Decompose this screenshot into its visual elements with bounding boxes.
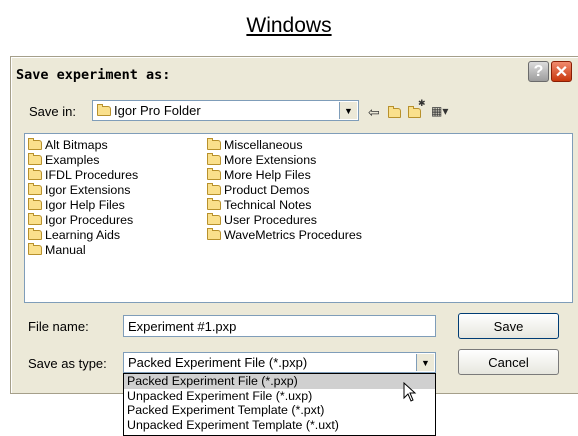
help-button[interactable]: ? [528, 61, 549, 82]
folder-item[interactable]: Learning Aids [28, 228, 120, 243]
chevron-down-icon[interactable]: ▼ [339, 102, 357, 119]
folder-item-label: Miscellaneous [224, 138, 303, 152]
folder-icon [28, 168, 42, 180]
folder-item[interactable]: More Help Files [207, 168, 311, 183]
save-type-value: Packed Experiment File (*.pxp) [128, 355, 308, 370]
file-name-value: Experiment #1.pxp [128, 318, 237, 334]
folder-item[interactable]: Miscellaneous [207, 138, 303, 153]
folder-icon [207, 198, 221, 210]
folder-item[interactable]: Examples [28, 153, 99, 168]
folder-item[interactable]: Igor Extensions [28, 183, 130, 198]
folder-icon [28, 138, 42, 150]
save-button[interactable]: Save [458, 313, 559, 339]
folder-item-label: Technical Notes [224, 198, 312, 212]
folder-icon [28, 198, 42, 210]
folder-icon [207, 168, 221, 180]
close-icon: ✕ [554, 63, 569, 81]
dialog-title: Save experiment as: [16, 67, 171, 83]
folder-icon [207, 228, 221, 240]
folder-item[interactable]: Technical Notes [207, 198, 311, 213]
save-in-label: Save in: [29, 104, 76, 119]
save-type-options-list[interactable]: Packed Experiment File (*.pxp) Unpacked … [123, 373, 436, 436]
folder-item[interactable]: WaveMetrics Procedures [207, 228, 362, 243]
new-folder-icon[interactable]: ✱ [408, 98, 426, 120]
help-icon: ? [533, 62, 544, 80]
save-type-option[interactable]: Unpacked Experiment File (*.uxp) [124, 389, 435, 404]
file-name-label: File name: [28, 319, 89, 334]
chevron-down-icon[interactable]: ▼ [416, 354, 434, 371]
save-in-dropdown[interactable]: Igor Pro Folder ▼ [92, 100, 359, 121]
folder-icon [28, 213, 42, 225]
folder-item[interactable]: Alt Bitmaps [28, 138, 108, 153]
folder-item-label: More Help Files [224, 168, 311, 182]
folder-item[interactable]: IFDL Procedures [28, 168, 138, 183]
folder-item-label: Igor Help Files [45, 198, 125, 212]
folder-item[interactable]: User Procedures [207, 213, 317, 228]
folder-icon [28, 228, 42, 240]
folder-icon [207, 138, 221, 150]
cancel-button[interactable]: Cancel [458, 349, 559, 375]
folder-item-label: User Procedures [224, 213, 317, 227]
folder-item[interactable]: Igor Help Files [28, 198, 125, 213]
file-name-input[interactable]: Experiment #1.pxp [123, 315, 436, 337]
save-type-option[interactable]: Packed Experiment Template (*.pxt) [124, 403, 435, 418]
folder-icon [28, 183, 42, 195]
file-list[interactable]: Alt Bitmaps Examples IFDL Procedures Igor E… [24, 133, 573, 303]
platform-heading: Windows [246, 14, 332, 37]
folder-icon [207, 153, 221, 165]
folder-item-label: Product Demos [224, 183, 310, 197]
folder-icon [97, 103, 111, 116]
up-folder-icon[interactable] [388, 104, 404, 120]
folder-item[interactable]: More Extensions [207, 153, 316, 168]
save-type-option[interactable]: Unpacked Experiment Template (*.uxt) [124, 418, 435, 433]
folder-item-label: Igor Extensions [45, 183, 131, 197]
folder-icon [207, 183, 221, 195]
folder-icon [28, 243, 42, 255]
folder-icon [28, 153, 42, 165]
close-button[interactable]: ✕ [551, 61, 572, 82]
folder-item-label: Examples [45, 153, 100, 167]
folder-item-label: Igor Procedures [45, 213, 134, 227]
back-arrow-icon[interactable]: ⇦ [368, 104, 380, 121]
save-type-dropdown[interactable]: Packed Experiment File (*.pxp) ▼ [123, 352, 436, 373]
save-in-value: Igor Pro Folder [114, 103, 201, 118]
folder-item-label: More Extensions [224, 153, 317, 167]
folder-item-label: IFDL Procedures [45, 168, 139, 182]
folder-item-label: Learning Aids [45, 228, 121, 242]
folder-icon [207, 213, 221, 225]
save-type-option[interactable]: Packed Experiment File (*.pxp) [124, 374, 435, 389]
folder-item[interactable]: Product Demos [207, 183, 309, 198]
mouse-cursor-icon [403, 382, 417, 402]
folder-item-label: WaveMetrics Procedures [224, 228, 362, 242]
folder-item[interactable]: Igor Procedures [28, 213, 133, 228]
view-menu-icon[interactable]: ▦▾ [431, 104, 448, 118]
folder-item-label: Alt Bitmaps [45, 138, 108, 152]
save-type-label: Save as type: [28, 356, 107, 371]
folder-item-label: Manual [45, 243, 86, 257]
folder-item[interactable]: Manual [28, 243, 86, 258]
